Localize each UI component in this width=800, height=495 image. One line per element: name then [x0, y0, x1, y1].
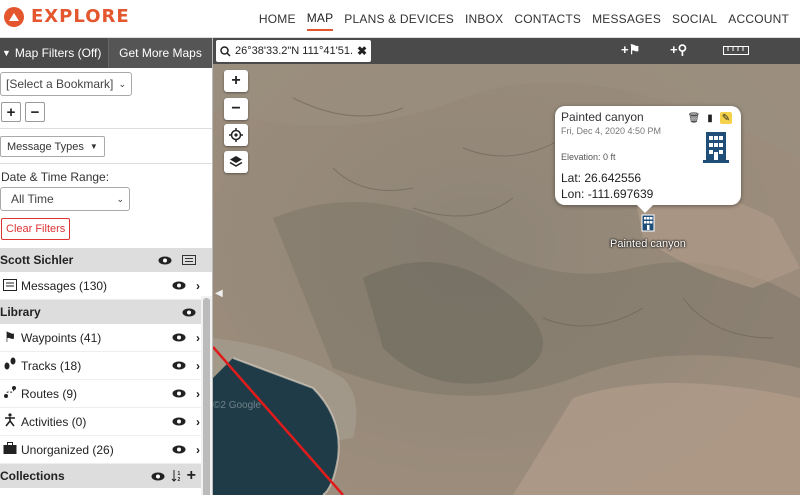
popup-longitude: Lon: -111.697639 — [561, 187, 654, 201]
nav-account[interactable]: ACCOUNT — [728, 8, 789, 30]
layers-icon — [229, 156, 243, 167]
eye-icon[interactable] — [172, 417, 186, 426]
logo-mark-icon — [4, 6, 24, 27]
collapse-sidebar-icon[interactable]: ◀ — [215, 288, 224, 302]
locate-me-button[interactable] — [224, 124, 248, 146]
chevron-right-icon[interactable]: › — [196, 279, 212, 293]
routes-label: Routes (9) — [21, 386, 78, 401]
messages-icon — [0, 278, 20, 294]
caret-down-icon: ▼ — [89, 142, 98, 151]
zoom-in-button[interactable]: + — [224, 70, 248, 92]
activity-icon — [0, 413, 20, 430]
library-title: Library — [0, 305, 41, 319]
nav-inbox[interactable]: INBOX — [465, 8, 503, 30]
waypoint-marker-label: Painted canyon — [610, 238, 686, 250]
waypoint-popup: Painted canyon Fri, Dec 4, 2020 4:50 PM … — [555, 106, 741, 213]
add-collection-icon[interactable]: + — [187, 467, 196, 485]
eye-icon[interactable] — [172, 361, 186, 370]
route-icon — [0, 385, 20, 402]
waypoint-marker-icon[interactable] — [641, 214, 655, 232]
clear-filters-button[interactable]: Clear Filters — [1, 218, 71, 240]
eye-icon[interactable] — [151, 472, 165, 481]
crosshair-icon — [229, 128, 243, 142]
library-row-tracks[interactable]: Tracks (18) › — [0, 352, 212, 380]
get-more-maps-button[interactable]: Get More Maps — [108, 38, 212, 68]
popup-latitude: Lat: 26.642556 — [561, 171, 642, 185]
brand-name: EXPLORE — [31, 6, 130, 27]
zoom-out-button[interactable]: − — [224, 98, 248, 120]
library-row-unorganized[interactable]: Unorganized (26) › — [0, 436, 212, 464]
map-sidebar: ▼ Map Filters (Off) Get More Maps [Selec… — [0, 38, 213, 495]
chevron-down-icon: ⌄ — [116, 193, 124, 204]
library-section-header: Library — [0, 300, 212, 324]
coordinate-value[interactable]: 26°38'33.2"N 111°41'51. — [235, 45, 357, 57]
edit-icon[interactable]: ✎ — [720, 112, 732, 124]
message-list-icon[interactable] — [182, 255, 196, 265]
date-range-value: All Time — [11, 192, 54, 206]
nav-social[interactable]: SOCIAL — [672, 8, 717, 30]
eye-icon[interactable] — [172, 281, 186, 290]
sort-icon[interactable]: 12 — [171, 469, 183, 483]
user-section-header: Scott Sichler — [0, 248, 212, 272]
sidebar-header: ▼ Map Filters (Off) Get More Maps — [0, 38, 212, 68]
satellite-map[interactable]: 26°38'33.2"N 111°41'51. ✖ +⚑ +⚲ + − ◀ Pa… — [213, 38, 800, 495]
sidebar-scrollbar[interactable] — [201, 296, 212, 495]
unorganized-label: Unorganized (26) — [21, 442, 114, 457]
waypoints-label: Waypoints (41) — [21, 330, 102, 345]
collections-section-header: Collections 12 + — [0, 464, 212, 488]
add-waypoint-icon[interactable]: +⚑ — [621, 42, 640, 58]
eye-icon[interactable] — [158, 256, 172, 265]
user-name: Scott Sichler — [0, 253, 74, 267]
message-types-dropdown[interactable]: Message Types ▼ — [0, 136, 105, 157]
messages-row[interactable]: Messages (130) › — [0, 272, 212, 300]
chevron-down-icon: ⌄ — [118, 78, 126, 89]
collections-title: Collections — [0, 469, 65, 483]
explore-logo[interactable]: EXPLORE — [4, 6, 130, 27]
eye-icon[interactable] — [182, 308, 196, 317]
map-toolbar: 26°38'33.2"N 111°41'51. ✖ +⚑ +⚲ — [213, 38, 800, 64]
eye-icon[interactable] — [172, 445, 186, 454]
clear-search-icon[interactable]: ✖ — [357, 44, 367, 58]
library-row-waypoints[interactable]: ⚑ Waypoints (41) › — [0, 324, 212, 352]
footprints-icon — [0, 357, 20, 374]
library-row-routes[interactable]: Routes (9) › — [0, 380, 212, 408]
bookmark-select[interactable]: [Select a Bookmark] ⌄ — [0, 72, 132, 96]
copy-icon[interactable]: ▮ — [704, 112, 716, 124]
messages-label: Messages (130) — [21, 278, 108, 293]
delete-icon[interactable]: 🗑 — [688, 112, 701, 124]
remove-bookmark-button[interactable]: − — [25, 102, 45, 122]
briefcase-icon — [0, 441, 20, 458]
date-range-label: Date & Time Range: — [1, 170, 110, 184]
nav-plans-devices[interactable]: PLANS & DEVICES — [344, 8, 454, 30]
map-filters-toggle[interactable]: ▼ Map Filters (Off) — [0, 46, 108, 60]
coordinate-search[interactable]: 26°38'33.2"N 111°41'51. ✖ — [216, 40, 371, 62]
svg-text:2: 2 — [177, 477, 180, 483]
collapse-triangle-icon: ▼ — [2, 48, 11, 58]
add-bookmark-button[interactable]: + — [1, 102, 21, 122]
nav-map[interactable]: MAP — [306, 7, 334, 31]
activities-label: Activities (0) — [21, 414, 87, 429]
eye-icon[interactable] — [172, 333, 186, 342]
library-row-activities[interactable]: Activities (0) › — [0, 408, 212, 436]
building-icon — [703, 132, 729, 163]
flag-icon: ⚑ — [3, 329, 17, 345]
scrollbar-thumb[interactable] — [203, 298, 210, 495]
eye-icon[interactable] — [172, 389, 186, 398]
map-filters-label: Map Filters (Off) — [14, 46, 102, 60]
ruler-icon[interactable] — [723, 46, 749, 55]
main-nav: HOME MAP PLANS & DEVICES INBOX CONTACTS … — [259, 0, 800, 38]
nav-home[interactable]: HOME — [259, 8, 296, 30]
search-icon — [220, 45, 231, 57]
bookmark-select-value: [Select a Bookmark] — [6, 77, 114, 91]
nav-messages[interactable]: MESSAGES — [592, 8, 661, 30]
date-range-select[interactable]: All Time ⌄ — [0, 187, 130, 211]
nav-contacts[interactable]: CONTACTS — [514, 8, 581, 30]
map-watermark: ©2 Google — [213, 400, 261, 411]
message-types-label: Message Types — [7, 140, 84, 153]
add-route-icon[interactable]: +⚲ — [670, 42, 687, 58]
layers-button[interactable] — [224, 151, 248, 173]
tracks-label: Tracks (18) — [21, 358, 82, 373]
top-navigation-bar: EXPLORE HOME MAP PLANS & DEVICES INBOX C… — [0, 0, 800, 38]
